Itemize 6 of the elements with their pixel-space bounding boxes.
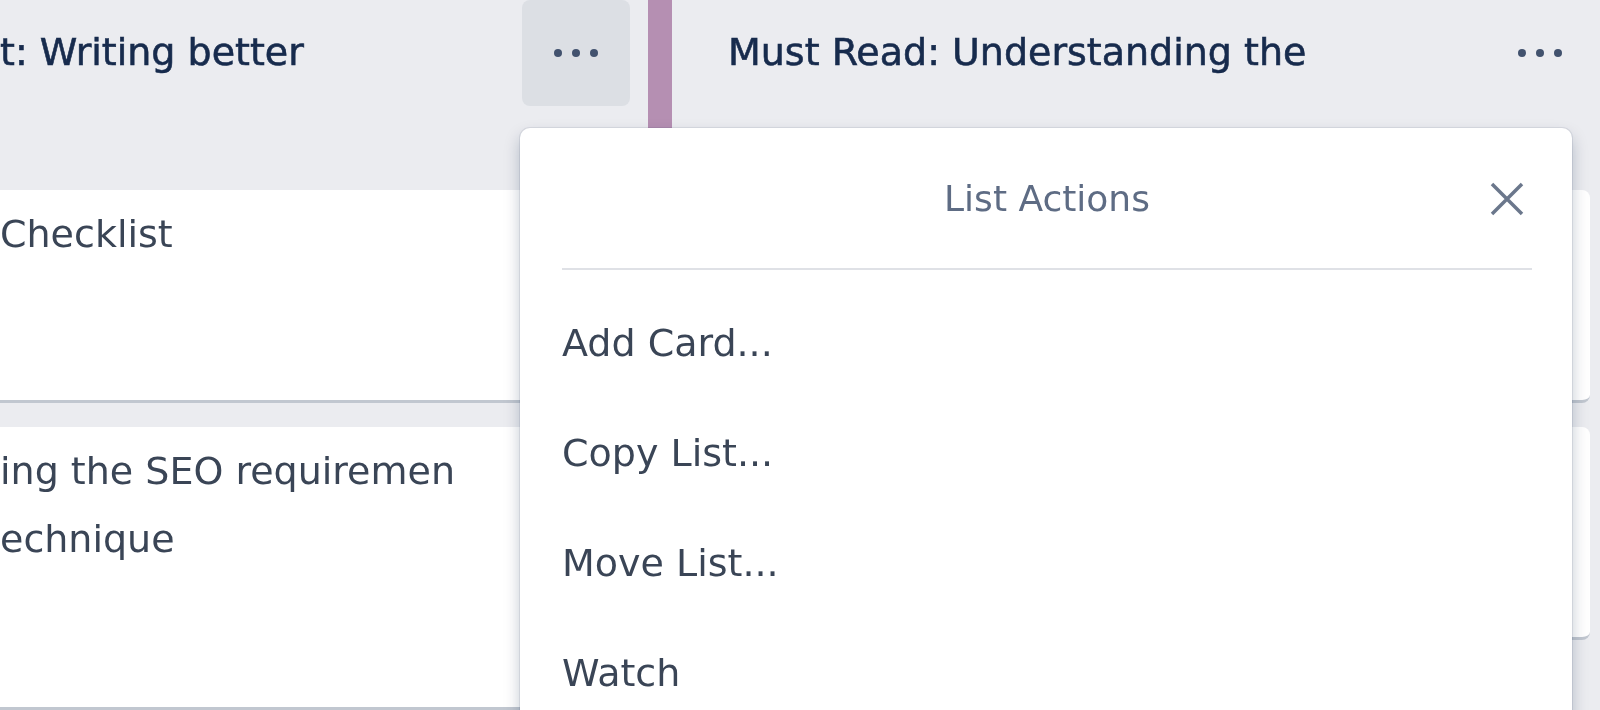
more-icon	[1517, 48, 1563, 58]
list-menu-button[interactable]	[522, 0, 630, 106]
popup-title: List Actions	[944, 177, 1150, 219]
more-icon	[553, 48, 599, 58]
list-title: t: Writing better	[0, 29, 305, 76]
list-title: Must Read: Understanding the	[728, 29, 1308, 76]
